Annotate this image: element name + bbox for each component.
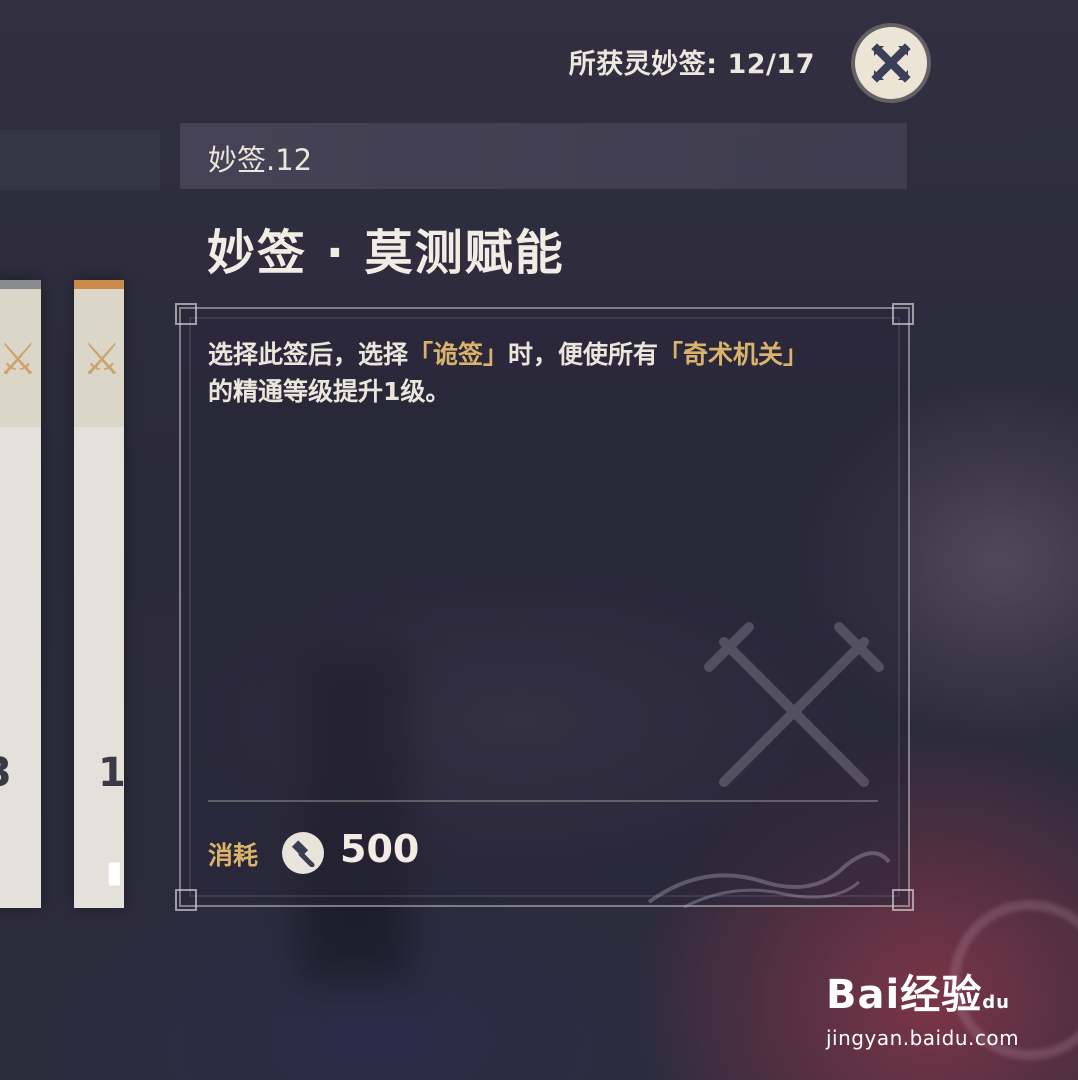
crossed-swords-icon: ⚔	[82, 334, 122, 385]
close-icon	[871, 43, 911, 83]
description-text: 选择此签后，选择	[208, 340, 409, 369]
baidu-brand-tail: du	[982, 992, 1010, 1013]
card-detail-panel: 选择此签后，选择「诡签」时，便使所有「奇术机关」的精通等级提升1级。 消耗 50…	[174, 302, 915, 912]
cost-value: 500	[340, 827, 420, 871]
baidu-url: jingyan.baidu.com	[826, 1026, 1020, 1050]
wave-ornament	[647, 851, 891, 909]
crossed-swords-emblem-icon	[704, 622, 884, 787]
description-highlight-mechanism: 「奇术机关」	[658, 340, 809, 369]
cost-label: 消耗	[208, 841, 259, 870]
baidu-brand: Bai经验	[826, 972, 983, 1018]
collected-counter: 所获灵妙签: 12/17	[568, 49, 815, 80]
side-card-topbar	[0, 280, 41, 289]
left-header-strip	[0, 130, 160, 190]
side-card-1[interactable]: ⚔ 3 ▮ ⚔	[0, 280, 41, 908]
card-tag: 妙签.12	[208, 143, 313, 177]
side-card-topbar	[74, 280, 124, 289]
side-card-number: 3	[0, 750, 12, 796]
close-button[interactable]	[855, 27, 927, 99]
card-title: 妙签 · 莫测赋能	[207, 225, 565, 281]
card-description: 选择此签后，选择「诡签」时，便使所有「奇术机关」的精通等级提升1级。	[208, 336, 888, 410]
lock-icon: ▮	[106, 855, 123, 890]
description-text: 时，便使所有	[508, 340, 659, 369]
description-highlight-trick-sign: 「诡签」	[408, 340, 509, 369]
baidu-watermark: Bai经验du jingyan.baidu.com	[826, 962, 1066, 1062]
divider	[208, 800, 878, 802]
side-card-2[interactable]: ⚔ 14 ▮ ⚔	[74, 280, 124, 908]
hammer-icon	[282, 832, 324, 874]
description-text: 的精通等级提升1级。	[208, 377, 451, 406]
baidu-logo: Bai经验du	[826, 962, 1066, 1020]
crossed-swords-icon: ⚔	[0, 334, 38, 385]
card-tag-bar: 妙签.12	[180, 123, 907, 189]
side-card-number: 14	[98, 750, 124, 796]
lock-icon: ▮	[0, 855, 1, 890]
